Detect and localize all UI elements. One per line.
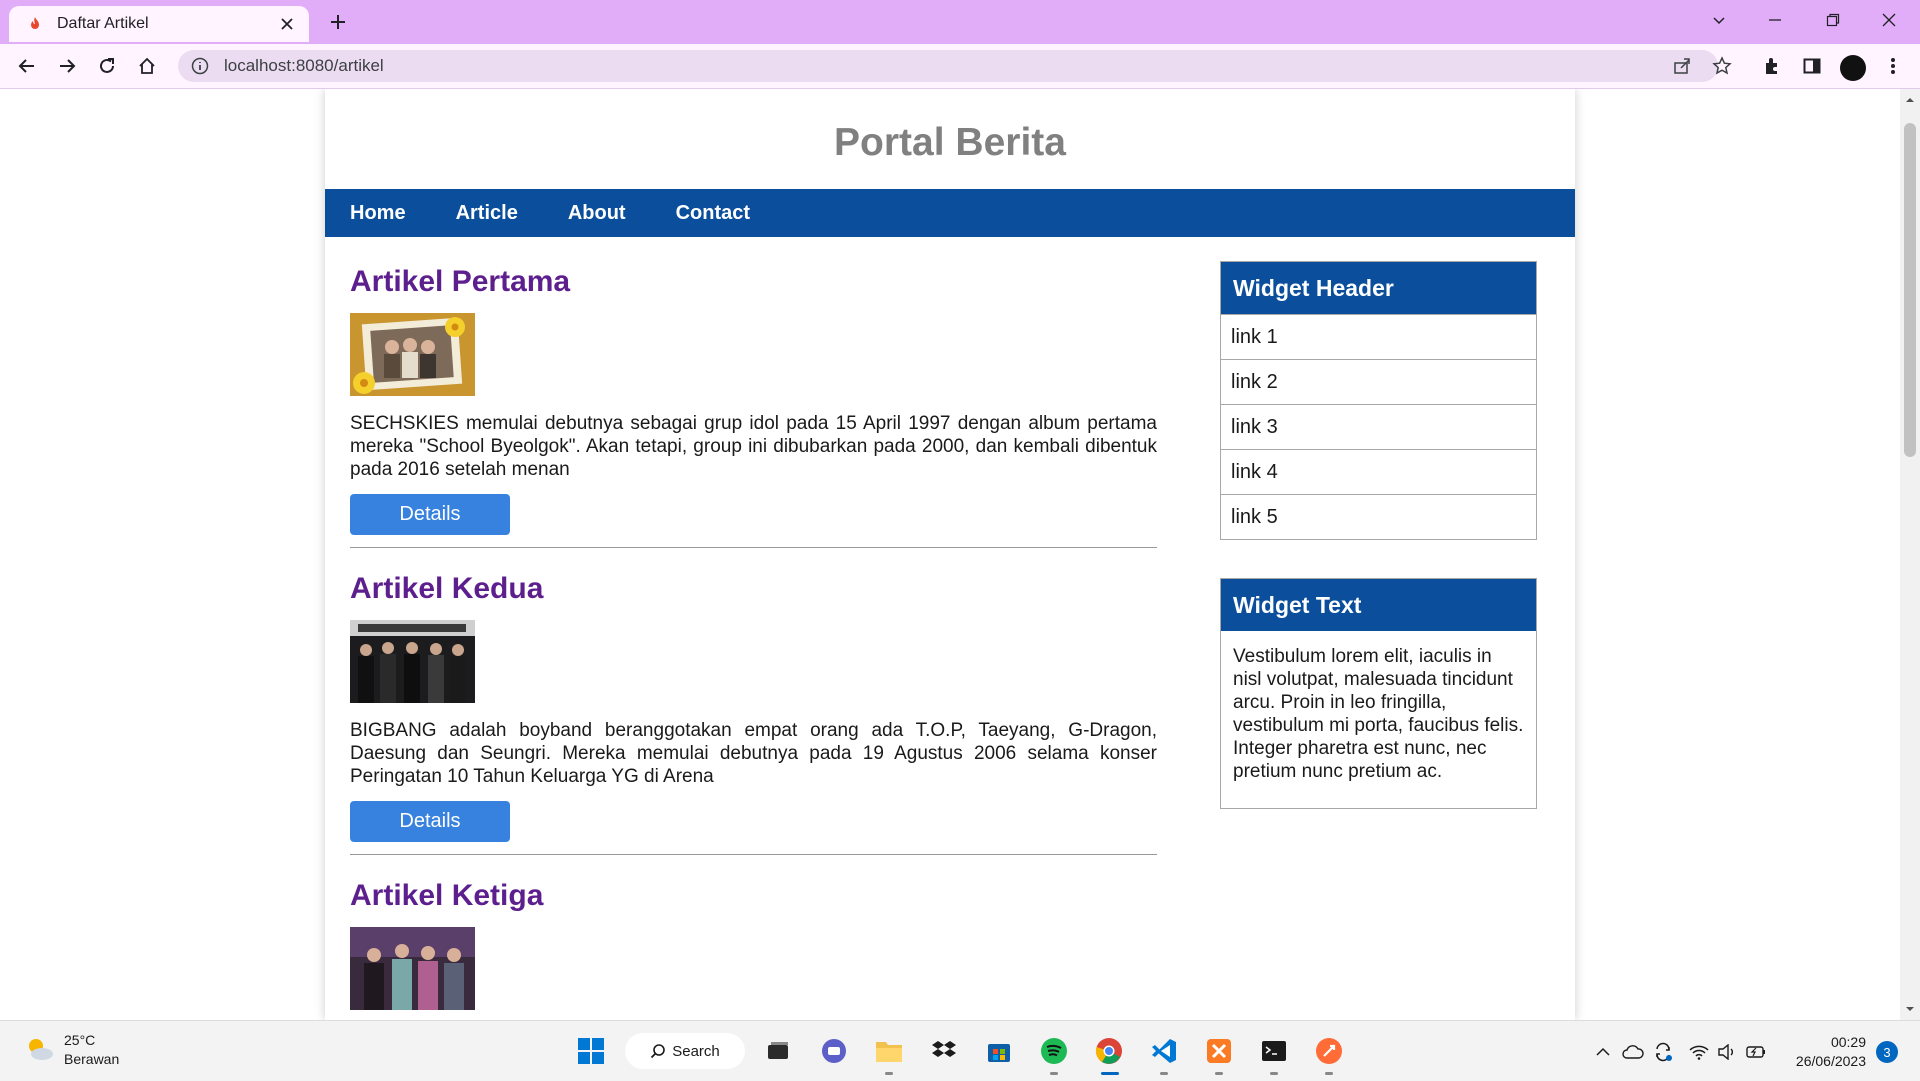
- nav-article[interactable]: Article: [456, 202, 518, 225]
- dropbox-icon[interactable]: [927, 1034, 961, 1068]
- vscode-icon[interactable]: [1147, 1034, 1181, 1068]
- details-button[interactable]: Details: [350, 494, 510, 535]
- tab-search-chevron-icon[interactable]: [1696, 4, 1742, 36]
- scroll-up-icon[interactable]: [1905, 95, 1915, 105]
- browser-chrome: Daftar Artikel localhost:8080/artikel: [0, 0, 1920, 89]
- share-icon[interactable]: [1672, 56, 1692, 76]
- extensions-icon[interactable]: [1760, 54, 1784, 78]
- widget-header: Widget Text: [1221, 579, 1536, 631]
- widget-header: Widget Header: [1221, 262, 1536, 314]
- article-list: Artikel Pertama SECHSKIES memulai debutn…: [350, 262, 1157, 1020]
- browser-toolbar: localhost:8080/artikel: [0, 44, 1920, 89]
- sidebar: Widget Header link 1 link 2 link 3 link …: [1220, 261, 1537, 847]
- site-title: Portal Berita: [834, 121, 1066, 164]
- bookmark-star-icon[interactable]: [1712, 56, 1732, 76]
- new-tab-icon[interactable]: [322, 6, 354, 38]
- forward-icon[interactable]: [51, 50, 83, 82]
- links-widget: Widget Header link 1 link 2 link 3 link …: [1220, 261, 1537, 540]
- sidebar-link-1[interactable]: link 1: [1221, 314, 1536, 359]
- text-widget: Widget Text Vestibulum lorem elit, iacul…: [1220, 578, 1537, 809]
- clock-time: 00:29: [1830, 1034, 1866, 1050]
- nav-about[interactable]: About: [568, 202, 626, 225]
- notification-badge[interactable]: 3: [1876, 1041, 1898, 1063]
- reload-icon[interactable]: [91, 50, 123, 82]
- nav-contact[interactable]: Contact: [676, 202, 750, 225]
- taskbar-search[interactable]: Search: [625, 1033, 745, 1069]
- nav-home[interactable]: Home: [350, 202, 406, 225]
- article-excerpt: BIGBANG adalah boyband beranggotakan emp…: [350, 720, 1157, 787]
- windows-taskbar: 25°C Berawan Search 00:29 26/06/2023 3: [0, 1020, 1920, 1081]
- page-viewport: Portal Berita Home Article About Contact…: [0, 89, 1900, 1020]
- back-icon[interactable]: [11, 50, 43, 82]
- weather-description: Berawan: [64, 1051, 120, 1067]
- running-indicator: [1325, 1072, 1333, 1075]
- scrollbar-thumb[interactable]: [1904, 123, 1916, 457]
- browser-tab[interactable]: Daftar Artikel: [9, 6, 309, 42]
- page-scrollbar[interactable]: [1900, 89, 1920, 1020]
- windows-start-icon[interactable]: [574, 1034, 608, 1068]
- active-indicator: [1101, 1072, 1119, 1075]
- spotify-icon[interactable]: [1037, 1034, 1071, 1068]
- scroll-down-icon[interactable]: [1905, 1004, 1915, 1014]
- cloudy-sun-icon: [24, 1034, 56, 1066]
- volume-icon[interactable]: [1716, 1041, 1738, 1063]
- main-nav: Home Article About Contact: [325, 189, 1575, 237]
- search-label: Search: [672, 1042, 720, 1060]
- sync-icon[interactable]: [1652, 1041, 1674, 1063]
- close-window-icon[interactable]: [1866, 4, 1912, 36]
- task-view-icon[interactable]: [761, 1034, 795, 1068]
- postman-icon[interactable]: [1312, 1034, 1346, 1068]
- article-excerpt: SECHSKIES memulai debutnya sebagai grup …: [350, 413, 1157, 480]
- system-clock[interactable]: 00:29 26/06/2023: [1786, 1033, 1866, 1071]
- close-tab-icon[interactable]: [273, 10, 301, 38]
- site-info-icon[interactable]: [190, 56, 210, 76]
- weather-temperature: 25°C: [64, 1032, 96, 1048]
- chrome-icon[interactable]: [1092, 1034, 1126, 1068]
- terminal-icon[interactable]: [1257, 1034, 1291, 1068]
- article-image: [350, 620, 475, 703]
- file-explorer-icon[interactable]: [872, 1034, 906, 1068]
- address-bar[interactable]: localhost:8080/artikel: [178, 50, 1732, 82]
- article-item: Artikel Pertama SECHSKIES memulai debutn…: [350, 262, 1157, 548]
- xampp-icon[interactable]: [1202, 1034, 1236, 1068]
- restore-icon[interactable]: [1810, 4, 1856, 36]
- home-icon[interactable]: [131, 50, 163, 82]
- show-hidden-icons-chevron-icon[interactable]: [1592, 1041, 1614, 1063]
- minimize-icon[interactable]: [1752, 4, 1798, 36]
- site-header: Portal Berita: [325, 89, 1575, 189]
- running-indicator: [1270, 1072, 1278, 1075]
- side-panel-icon[interactable]: [1800, 54, 1824, 78]
- profile-avatar[interactable]: [1840, 55, 1866, 81]
- more-menu-icon[interactable]: [1881, 54, 1905, 78]
- article-title[interactable]: Artikel Ketiga: [350, 876, 1157, 916]
- wifi-icon[interactable]: [1688, 1041, 1710, 1063]
- article-item: Artikel Ketiga: [350, 876, 1157, 1020]
- weather-widget[interactable]: 25°C Berawan: [24, 1031, 119, 1069]
- article-item: Artikel Kedua BIGBANG adalah boyband ber…: [350, 569, 1157, 855]
- sidebar-link-2[interactable]: link 2: [1221, 359, 1536, 404]
- flame-favicon-icon: [27, 16, 43, 32]
- url-text: localhost:8080/artikel: [224, 56, 384, 75]
- running-indicator: [1050, 1072, 1058, 1075]
- tab-title: Daftar Artikel: [57, 15, 149, 32]
- page-container: Portal Berita Home Article About Contact…: [325, 89, 1575, 1020]
- article-title[interactable]: Artikel Kedua: [350, 569, 1157, 609]
- microsoft-store-icon[interactable]: [982, 1034, 1016, 1068]
- search-icon: [650, 1043, 666, 1059]
- sidebar-link-3[interactable]: link 3: [1221, 404, 1536, 449]
- widget-body-text: Vestibulum lorem elit, iaculis in nisl v…: [1233, 646, 1524, 782]
- running-indicator: [1215, 1072, 1223, 1075]
- onedrive-cloud-icon[interactable]: [1622, 1041, 1644, 1063]
- sidebar-link-5[interactable]: link 5: [1221, 494, 1536, 539]
- battery-icon[interactable]: [1744, 1041, 1766, 1063]
- clock-date: 26/06/2023: [1795, 1053, 1866, 1069]
- running-indicator: [1160, 1072, 1168, 1075]
- details-button[interactable]: Details: [350, 801, 510, 842]
- article-title[interactable]: Artikel Pertama: [350, 262, 1157, 302]
- article-image: [350, 313, 475, 396]
- sidebar-link-4[interactable]: link 4: [1221, 449, 1536, 494]
- running-indicator: [885, 1072, 893, 1075]
- article-image: [350, 927, 475, 1010]
- teams-chat-icon[interactable]: [817, 1034, 851, 1068]
